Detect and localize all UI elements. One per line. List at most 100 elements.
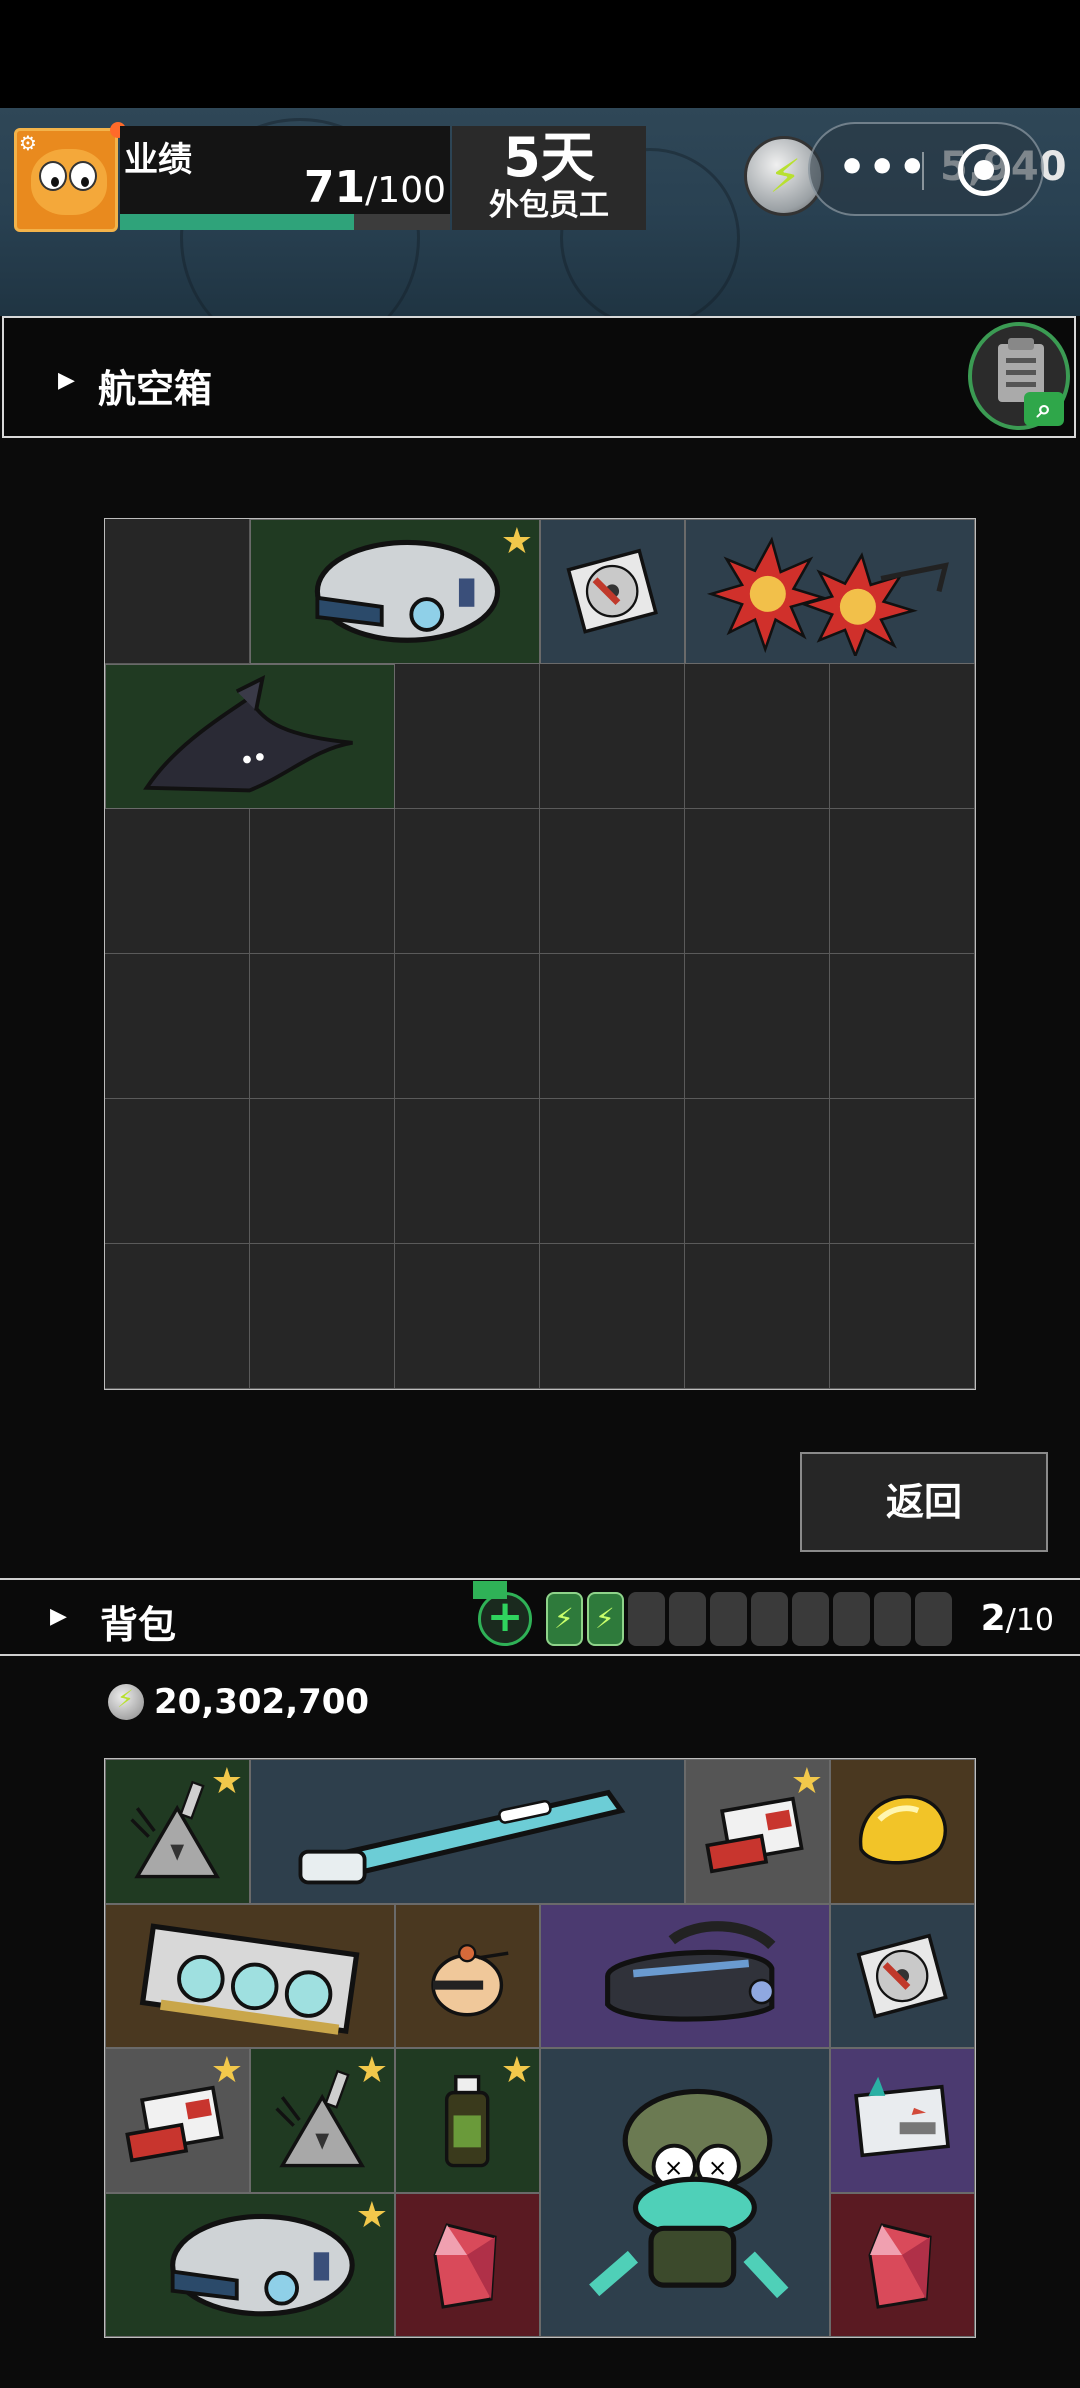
shadow-creature-icon — [106, 665, 394, 808]
item-sun-glasses[interactable] — [685, 519, 975, 664]
battery-slots: + ⚡ ⚡ — [473, 1581, 952, 1652]
empty-slot[interactable] — [685, 664, 830, 809]
helmet-icon — [251, 520, 539, 663]
empty-slot[interactable] — [540, 1099, 685, 1244]
performance-panel: 业绩 71/100 — [120, 126, 450, 230]
star-icon: ★ — [790, 1761, 823, 1802]
vr-headset-icon — [541, 1905, 829, 2048]
empty-slot[interactable] — [395, 1099, 540, 1244]
clipboard-search-icon[interactable]: ⌕ — [968, 322, 1070, 430]
red-crystal-icon — [831, 2194, 974, 2337]
days-remaining: 5天 — [503, 126, 595, 189]
empty-slot[interactable] — [250, 954, 395, 1099]
item-graphics-card[interactable] — [105, 1903, 395, 2048]
empty-slot[interactable] — [540, 809, 685, 954]
empty-slot[interactable] — [830, 664, 975, 809]
item-frog-doll[interactable]: × × — [540, 2048, 830, 2337]
red-crystal-icon — [396, 2194, 539, 2337]
item-helmet[interactable]: ★ — [105, 2192, 395, 2337]
backpack-header[interactable]: ▶ 背包 + ⚡ ⚡ 2/10 — [0, 1578, 1080, 1656]
item-cd-disc[interactable] — [540, 519, 685, 664]
empty-slot[interactable] — [540, 954, 685, 1099]
star-icon: ★ — [210, 1761, 243, 1802]
empty-slot[interactable] — [685, 1244, 830, 1389]
graphics-card-icon — [106, 1905, 394, 2048]
empty-slot[interactable] — [395, 664, 540, 809]
item-electric-toothbrush[interactable] — [250, 1759, 685, 1904]
backpack-title: 背包 — [100, 1603, 177, 1647]
more-options-icon[interactable]: ••• — [838, 142, 928, 193]
item-shadow-creature[interactable] — [105, 664, 395, 809]
empty-slot[interactable] — [830, 809, 975, 954]
empty-slot[interactable] — [395, 954, 540, 1099]
empty-slot[interactable] — [685, 1099, 830, 1244]
item-egg-timer[interactable] — [395, 1903, 540, 2048]
backpack-capacity: 2/10 — [980, 1598, 1054, 1639]
postcard-icon — [831, 2049, 974, 2192]
empty-slot[interactable] — [540, 664, 685, 809]
empty-slot[interactable] — [395, 1244, 540, 1389]
battery-full-icon: ⚡ — [587, 1592, 624, 1646]
expand-triangle-icon: ▶ — [58, 368, 75, 393]
top-hud: ⚙ 业绩 71/100 5天 外包员工 ⚡ 5,940 ••• — [0, 108, 1080, 316]
mini-program-capsule: ••• — [808, 122, 1044, 216]
item-triangle-device[interactable]: ★ — [250, 2048, 395, 2193]
empty-slot[interactable] — [250, 1244, 395, 1389]
flight-case-title: 航空箱 — [98, 367, 213, 411]
disc-icon — [541, 520, 684, 663]
item-red-crystal[interactable] — [395, 2192, 540, 2337]
performance-value: 71/100 — [303, 162, 446, 213]
empty-slot[interactable] — [830, 1099, 975, 1244]
performance-label: 业绩 — [124, 140, 192, 180]
empty-slot[interactable] — [105, 519, 250, 664]
item-postcard[interactable] — [830, 2048, 975, 2193]
empty-slot[interactable] — [395, 809, 540, 954]
item-medicine-bottle[interactable]: ★ — [395, 2048, 540, 2193]
add-slot-button[interactable]: + — [473, 1581, 532, 1646]
empty-slot[interactable] — [105, 1099, 250, 1244]
money-amount: 20,302,700 — [154, 1682, 370, 1722]
item-cigarette-pack[interactable]: ★ — [685, 1759, 830, 1904]
battery-empty-icon — [710, 1592, 747, 1646]
empty-slot[interactable] — [250, 809, 395, 954]
item-gold-nugget[interactable] — [830, 1759, 975, 1904]
coin-icon: ⚡ — [108, 1684, 144, 1720]
flight-case-header[interactable]: ▶ 航空箱 — [2, 316, 1076, 438]
toothbrush-icon — [251, 1760, 684, 1903]
backpack-grid: ★ ★ ★ ★ ★ × × ★ — [104, 1758, 976, 2338]
empty-slot[interactable] — [105, 809, 250, 954]
employee-role: 外包员工 — [489, 188, 609, 223]
item-red-crystal[interactable] — [830, 2192, 975, 2337]
battery-empty-icon — [833, 1592, 870, 1646]
battery-empty-icon — [669, 1592, 706, 1646]
battery-empty-icon — [915, 1592, 952, 1646]
empty-slot[interactable] — [685, 954, 830, 1099]
item-cigarette-pack[interactable]: ★ — [105, 2048, 250, 2193]
empty-slot[interactable] — [685, 809, 830, 954]
empty-slot[interactable] — [250, 1099, 395, 1244]
svg-text:×: × — [708, 2155, 727, 2182]
money-balance: ⚡ 20,302,700 — [108, 1680, 369, 1724]
star-icon: ★ — [355, 2050, 388, 2091]
close-target-icon[interactable] — [958, 144, 1010, 196]
player-avatar[interactable]: ⚙ — [14, 128, 118, 232]
star-icon: ★ — [500, 2050, 533, 2091]
item-triangle-device[interactable]: ★ — [105, 1759, 250, 1904]
svg-text:×: × — [664, 2155, 683, 2182]
empty-slot[interactable] — [105, 1244, 250, 1389]
egg-timer-icon — [396, 1905, 539, 2048]
frog-doll-icon: × × — [541, 2049, 829, 2336]
item-cd-disc[interactable] — [830, 1903, 975, 2048]
item-vr-headset[interactable] — [540, 1903, 830, 2048]
settings-gear-icon[interactable]: ⚙ — [19, 131, 37, 155]
empty-slot[interactable] — [830, 954, 975, 1099]
star-icon: ★ — [210, 2050, 243, 2091]
status-bar — [0, 0, 1080, 108]
empty-slot[interactable] — [105, 954, 250, 1099]
gold-nugget-icon — [831, 1760, 974, 1903]
item-helmet[interactable]: ★ — [250, 519, 540, 664]
days-panel: 5天 外包员工 — [452, 126, 646, 230]
empty-slot[interactable] — [830, 1244, 975, 1389]
empty-slot[interactable] — [540, 1244, 685, 1389]
return-button[interactable]: 返回 — [800, 1452, 1048, 1552]
